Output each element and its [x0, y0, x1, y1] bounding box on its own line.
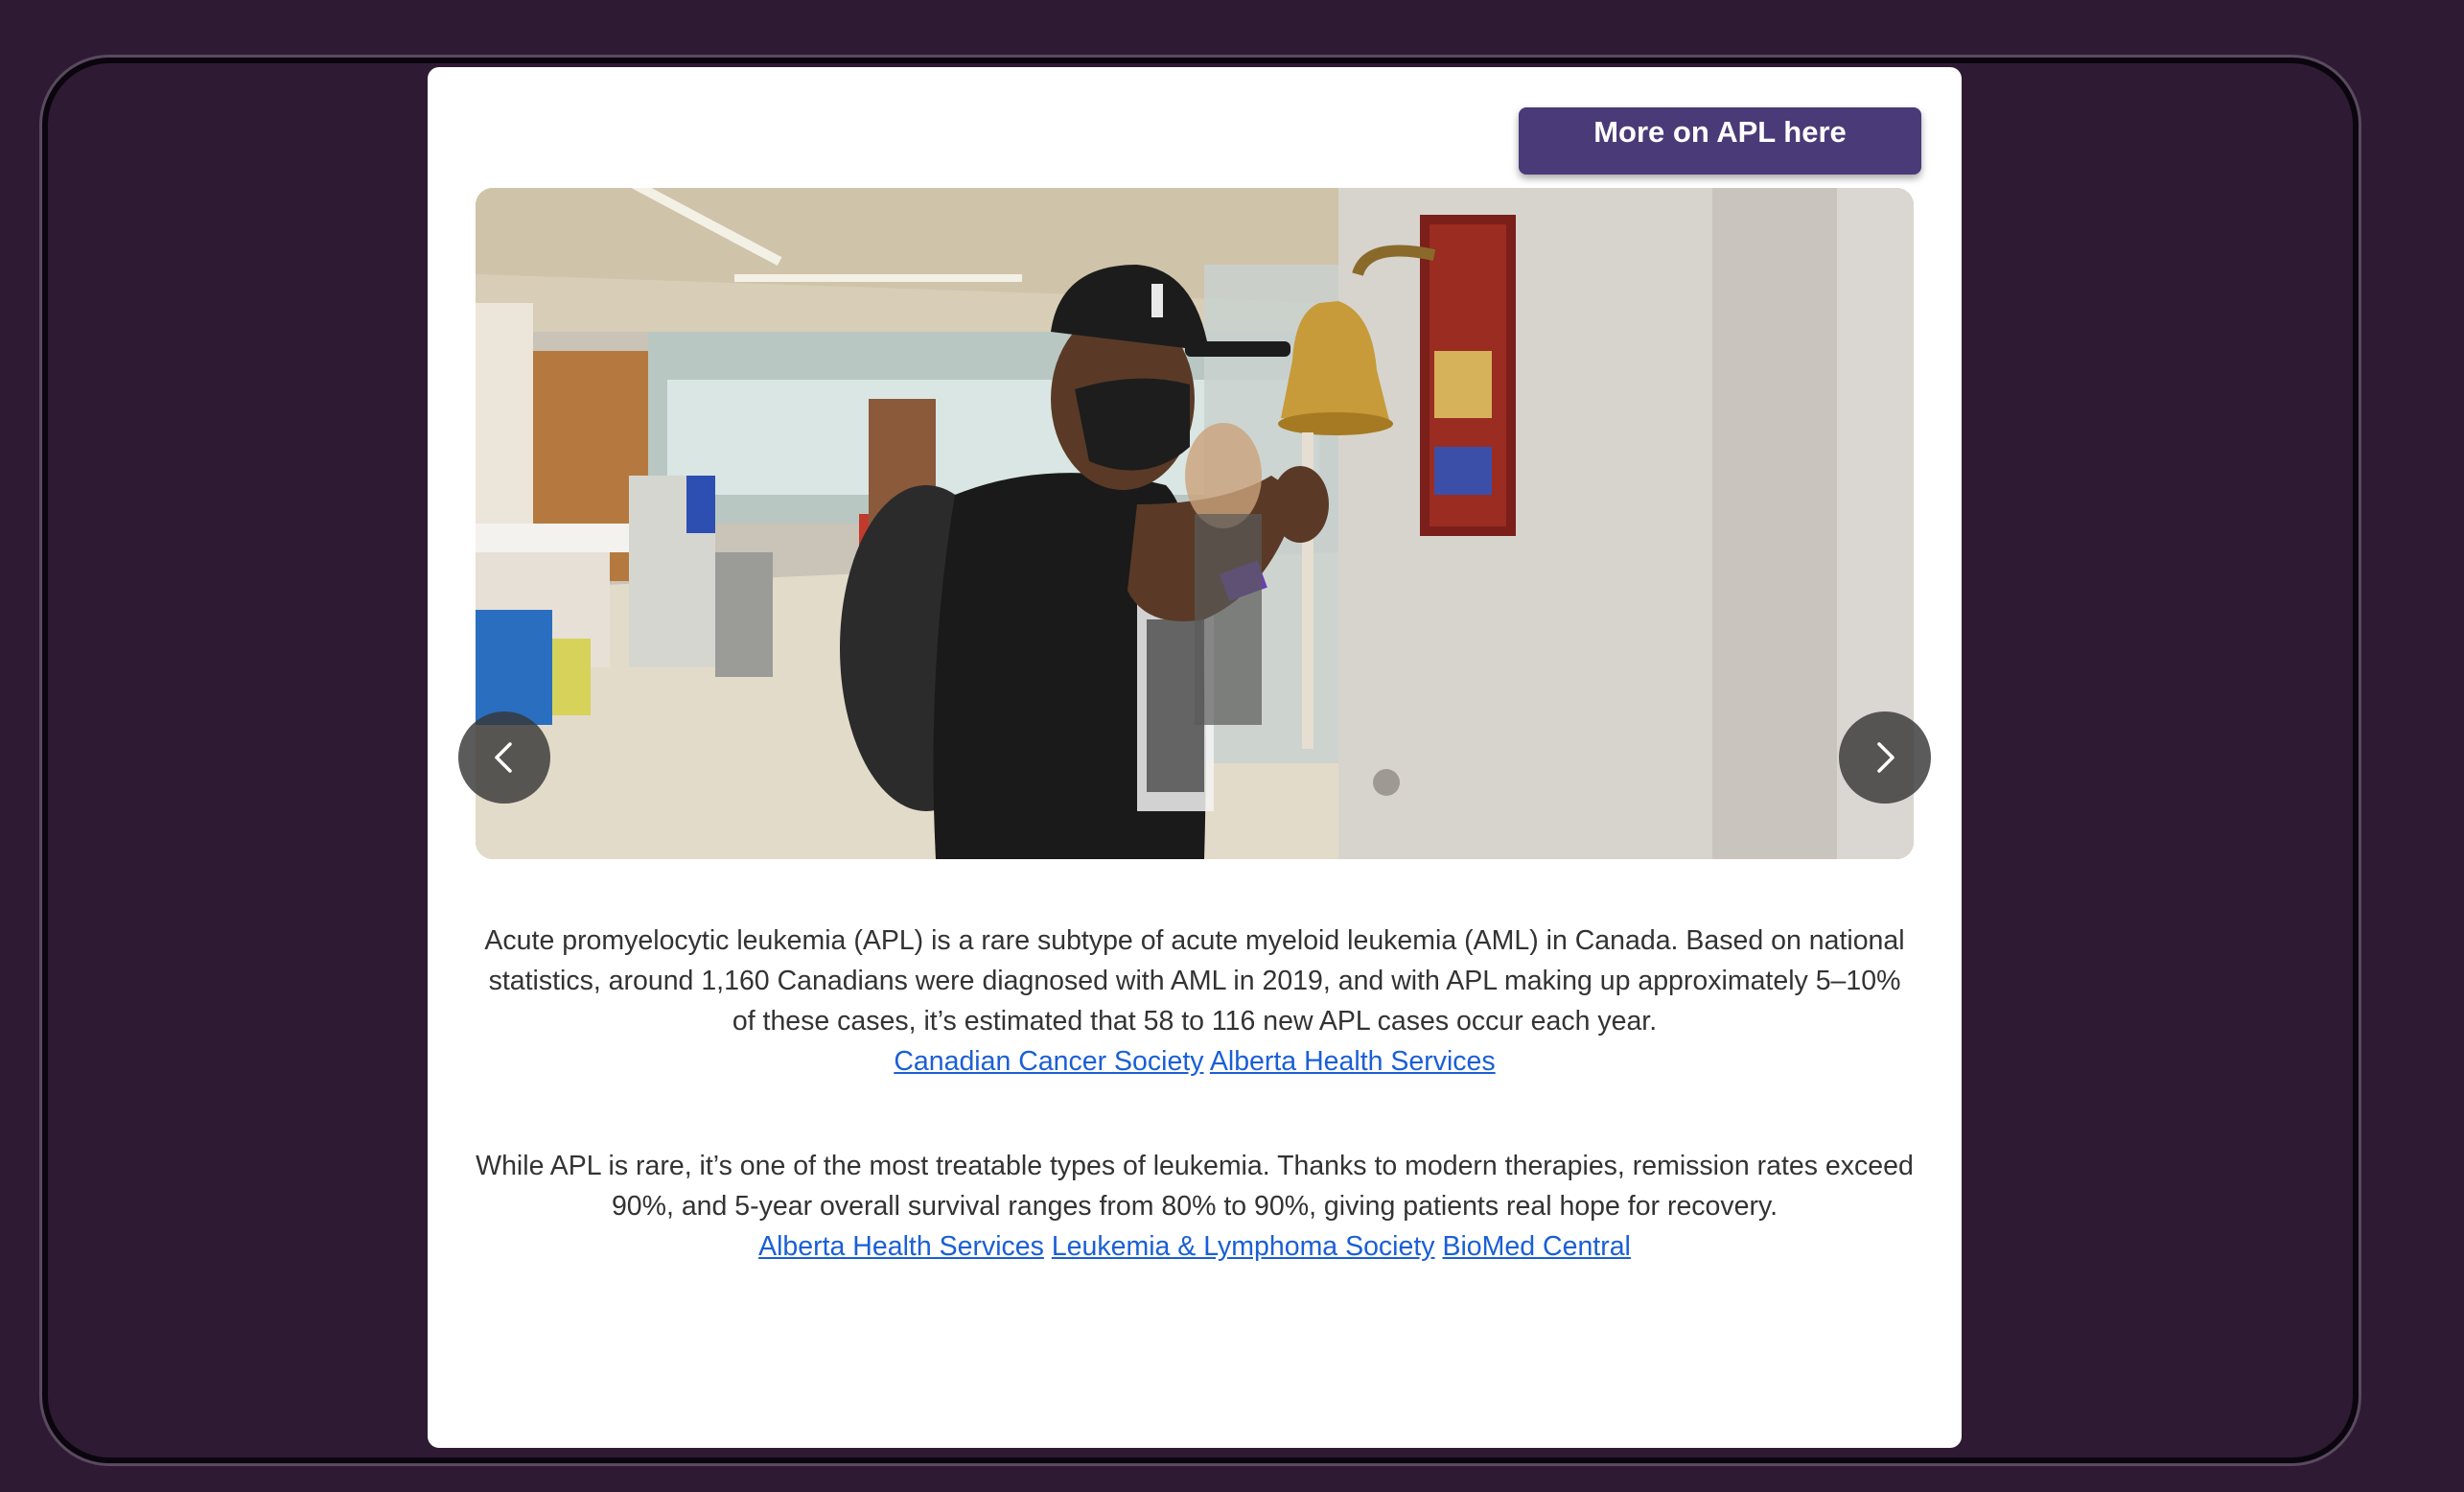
- apl-survival-section: While APL is rare, it’s one of the most …: [476, 1146, 1914, 1267]
- chevron-right-icon: [1877, 742, 1894, 773]
- more-on-apl-button[interactable]: More on APL here: [1519, 107, 1921, 175]
- image-carousel: [476, 188, 1914, 859]
- carousel-prev-button[interactable]: [458, 711, 550, 804]
- apl-incidence-paragraph: Acute promyelocytic leukemia (APL) is a …: [484, 925, 1905, 1037]
- link-biomed-central[interactable]: BioMed Central: [1442, 1231, 1630, 1262]
- apl-survival-paragraph: While APL is rare, it’s one of the most …: [476, 1151, 1914, 1222]
- apl-survival-sources: Alberta Health Services Leukemia & Lymph…: [476, 1226, 1914, 1267]
- link-alberta-health-services-2[interactable]: Alberta Health Services: [758, 1231, 1044, 1262]
- link-canadian-cancer-society[interactable]: Canadian Cancer Society: [894, 1046, 1203, 1077]
- apl-incidence-sources: Canadian Cancer Society Alberta Health S…: [476, 1041, 1914, 1082]
- chevron-left-icon: [495, 742, 512, 773]
- apl-incidence-section: Acute promyelocytic leukemia (APL) is a …: [476, 921, 1914, 1082]
- link-alberta-health-services[interactable]: Alberta Health Services: [1210, 1046, 1496, 1077]
- carousel-next-button[interactable]: [1839, 711, 1931, 804]
- link-leukemia-lymphoma-society[interactable]: Leukemia & Lymphoma Society: [1052, 1231, 1435, 1262]
- carousel-photo: [476, 188, 1914, 859]
